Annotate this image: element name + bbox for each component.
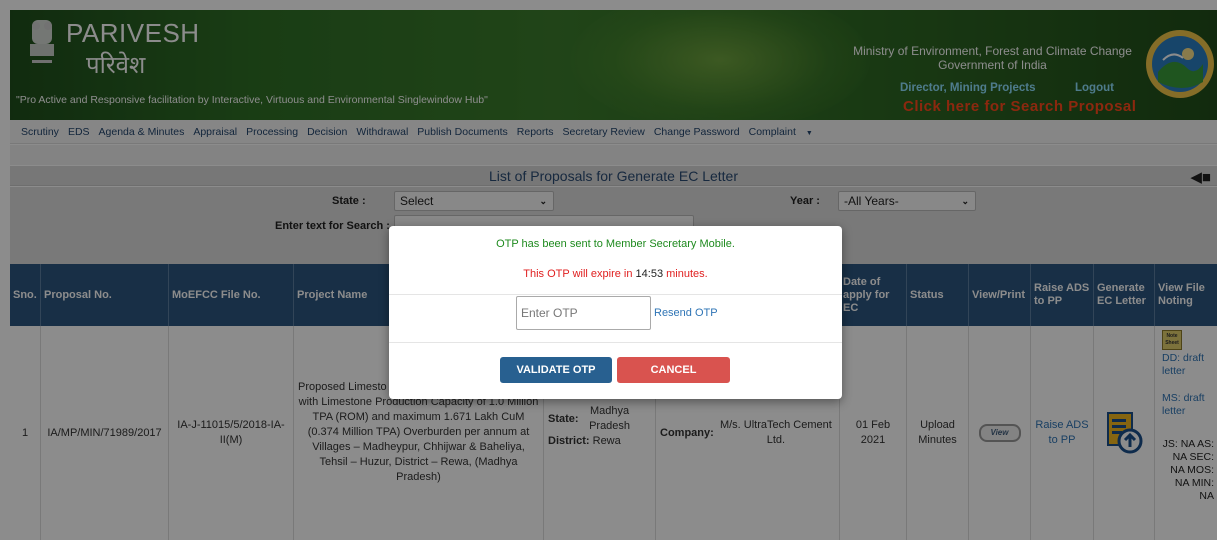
page: PARIVESH परिवेश "Pro Active and Responsi… (0, 0, 1217, 540)
otp-expiry-message: This OTP will expire in 14:53 minutes. (389, 268, 842, 280)
validate-otp-button[interactable]: VALIDATE OTP (500, 357, 612, 383)
otp-input[interactable]: Enter OTP (516, 296, 651, 330)
otp-dialog: OTP has been sent to Member Secretary Mo… (389, 226, 842, 399)
cancel-button[interactable]: CANCEL (617, 357, 730, 383)
otp-sent-message: OTP has been sent to Member Secretary Mo… (496, 238, 735, 250)
otp-expiry-prefix: This OTP will expire in (523, 268, 633, 280)
otp-countdown: 14:53 (635, 268, 664, 280)
otp-expiry-suffix: minutes. (666, 268, 708, 280)
resend-otp-link[interactable]: Resend OTP (654, 307, 718, 319)
